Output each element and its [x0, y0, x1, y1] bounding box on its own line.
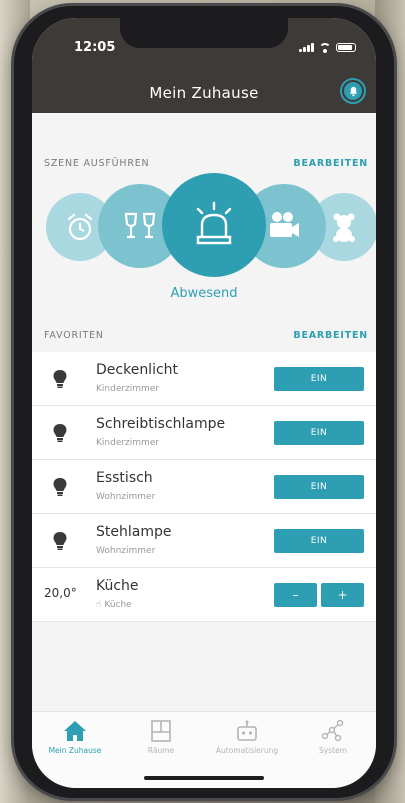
siren-icon	[196, 201, 232, 245]
wifi-icon	[319, 43, 331, 53]
notifications-button[interactable]	[340, 78, 366, 104]
bell-icon	[344, 82, 362, 100]
favorites-edit-link[interactable]: BEARBEITEN	[293, 330, 368, 341]
temperature-stepper: – +	[274, 583, 364, 607]
favorite-row[interactable]: Esstisch Wohnzimmer EIN	[32, 460, 376, 514]
favorites-section-header: FAVORITEN BEARBEITEN	[44, 330, 368, 341]
favorite-room-text: Küche	[104, 600, 132, 610]
notch	[120, 18, 288, 48]
favorite-room: Wohnzimmer	[96, 546, 156, 556]
tab-system[interactable]: System	[290, 720, 376, 755]
bulb-icon	[53, 424, 67, 442]
battery-icon	[336, 43, 356, 52]
robot-icon	[237, 720, 257, 741]
tab-label: System	[319, 746, 347, 755]
on-button[interactable]: EIN	[274, 475, 364, 499]
favorites-list: Deckenlicht Kinderzimmer EIN Schreibtisc…	[32, 352, 376, 622]
bulb-icon	[53, 532, 67, 550]
tab-label: Automatisierung	[215, 746, 279, 755]
tab-label: Räume	[147, 746, 175, 755]
favorite-room: ☝ Küche	[96, 600, 132, 610]
tab-rooms[interactable]: Räume	[118, 720, 204, 755]
status-time: 12:05	[74, 40, 116, 55]
favorite-name: Stehlampe	[96, 524, 172, 540]
favorite-name: Küche	[96, 578, 139, 594]
favorite-room: Kinderzimmer	[96, 438, 160, 448]
increase-button[interactable]: +	[321, 583, 364, 607]
hand-icon: ☝	[96, 600, 102, 610]
favorite-row[interactable]: Deckenlicht Kinderzimmer EIN	[32, 352, 376, 406]
network-icon	[321, 720, 344, 742]
favorite-row[interactable]: Stehlampe Wohnzimmer EIN	[32, 514, 376, 568]
favorite-name: Deckenlicht	[96, 362, 179, 378]
decrease-button[interactable]: –	[274, 583, 317, 607]
scene-carousel[interactable]: Abwesend	[32, 153, 376, 303]
temperature-value: 20,0°	[44, 586, 77, 600]
tab-home[interactable]: Mein Zuhause	[32, 720, 118, 755]
main-content: SZENE AUSFÜHREN BEARBEITEN Abwesend FAVO…	[32, 113, 376, 711]
home-indicator[interactable]	[144, 776, 264, 780]
on-button[interactable]: EIN	[274, 367, 364, 391]
favorites-section-label: FAVORITEN	[44, 330, 104, 341]
favorite-row[interactable]: 20,0° Küche ☝ Küche – +	[32, 568, 376, 622]
rooms-icon	[151, 720, 171, 742]
wine-glasses-icon	[124, 212, 156, 239]
video-camera-icon	[270, 212, 299, 237]
home-icon	[64, 721, 86, 741]
scene-away[interactable]	[162, 173, 266, 277]
favorite-name: Esstisch	[96, 470, 153, 486]
page-title: Mein Zuhause	[149, 84, 259, 102]
phone-screen: 12:05 Mein Zuhause SZENE AUSFÜHREN BEARB…	[32, 18, 376, 788]
active-scene-label: Abwesend	[170, 286, 238, 301]
favorite-room: Wohnzimmer	[96, 492, 156, 502]
status-icons	[299, 42, 356, 53]
favorite-name: Schreibtischlampe	[96, 416, 226, 432]
teddy-bear-icon	[333, 213, 355, 242]
favorite-room: Kinderzimmer	[96, 384, 160, 394]
on-button[interactable]: EIN	[274, 421, 364, 445]
favorite-row[interactable]: Schreibtischlampe Kinderzimmer EIN	[32, 406, 376, 460]
on-button[interactable]: EIN	[274, 529, 364, 553]
tab-automation[interactable]: Automatisierung	[204, 720, 290, 755]
bulb-icon	[53, 478, 67, 496]
signal-icon	[299, 42, 314, 52]
bulb-icon	[53, 370, 67, 388]
alarm-clock-icon	[67, 213, 93, 241]
phone-frame: 12:05 Mein Zuhause SZENE AUSFÜHREN BEARB…	[14, 6, 394, 798]
tab-label: Mein Zuhause	[48, 746, 102, 755]
